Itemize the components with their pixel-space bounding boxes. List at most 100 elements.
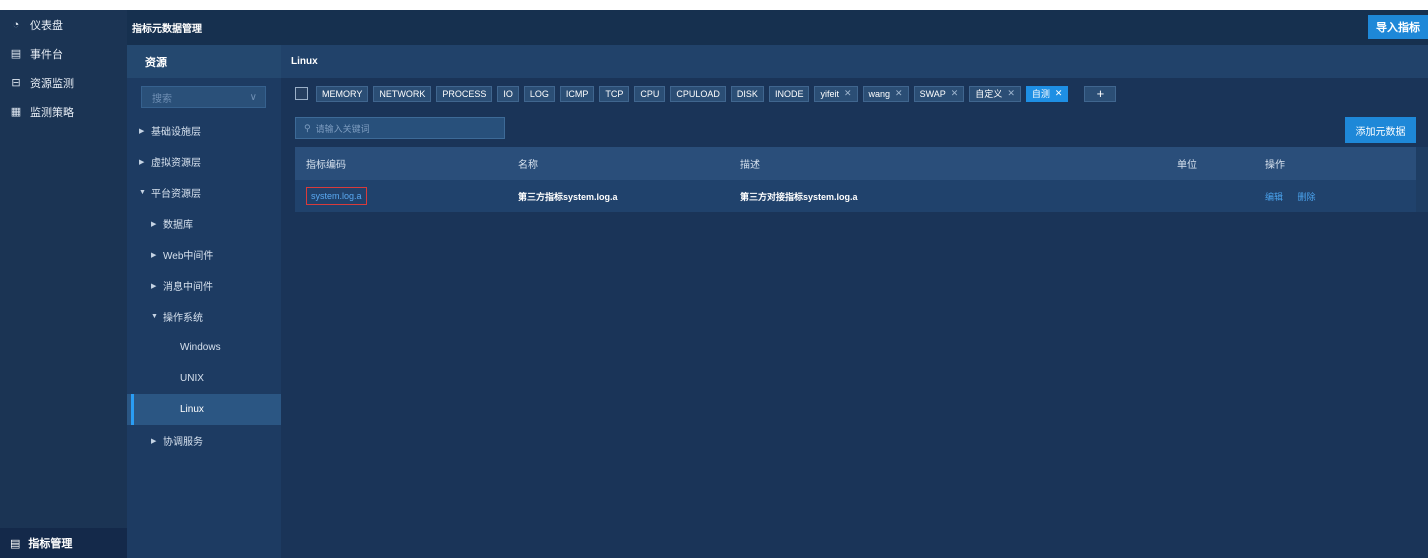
add-tag-button[interactable]: + (1084, 85, 1117, 102)
tree-item-label: 协调服务 (163, 437, 203, 448)
event-icon: ▤ (10, 48, 22, 60)
close-icon[interactable]: ✕ (1055, 88, 1063, 99)
tree-item-label: Linux (180, 404, 204, 415)
delete-link[interactable]: 删除 (1298, 192, 1316, 202)
nav-item-label: 事件台 (30, 48, 63, 61)
add-metadata-button[interactable]: 添加元数据 (1345, 117, 1416, 143)
tag-memory[interactable]: MEMORY (316, 85, 369, 102)
tag-custom[interactable]: 自定义 ✕ (969, 85, 1021, 102)
tree-item-platform[interactable]: ▼ 平台资源层 (127, 177, 281, 208)
nav-item-metrics-management[interactable]: ▤ 指标管理 (0, 528, 127, 558)
expand-arrow-icon: ▶ (151, 251, 157, 259)
top-strip (0, 0, 1428, 10)
col-header-code: 指标编码 (306, 160, 346, 171)
tree-item-os[interactable]: ▼ 操作系统 (127, 301, 281, 332)
tag-wang[interactable]: wang ✕ (862, 85, 909, 102)
tree-item-label: 消息中间件 (163, 282, 213, 293)
expand-arrow-icon: ▶ (151, 220, 157, 228)
search-icon: ⚲ (304, 122, 311, 133)
close-icon[interactable]: ✕ (895, 88, 903, 99)
tag-self-test[interactable]: 自测 ✕ (1025, 85, 1069, 102)
tree-item-coordination[interactable]: ▶ 协调服务 (127, 425, 281, 456)
tag-io[interactable]: IO (497, 85, 519, 102)
table-header: 指标编码 名称 描述 单位 操作 (295, 147, 1416, 180)
col-header-actions: 操作 (1265, 160, 1285, 171)
nav-item-label: 监测策略 (30, 106, 74, 119)
close-icon[interactable]: ✕ (1007, 88, 1015, 99)
tag-disk[interactable]: DISK (730, 85, 764, 102)
select-all-checkbox[interactable] (295, 87, 308, 100)
tag-tcp[interactable]: TCP (599, 85, 630, 102)
tag-cpuload[interactable]: CPULOAD (670, 85, 726, 102)
keyword-placeholder: 请输入关键词 (315, 123, 370, 134)
tag-log[interactable]: LOG (523, 85, 555, 102)
left-nav: ◔ 仪表盘 ▤ 事件台 ⊟ 资源监测 ▦ 监测策略 ▤ 指标管理 (0, 10, 127, 558)
dashboard-icon: ◔ (12, 18, 20, 31)
col-header-desc: 描述 (740, 160, 760, 171)
import-metrics-button[interactable]: 导入指标 (1368, 15, 1428, 39)
edit-link[interactable]: 编辑 (1265, 192, 1283, 202)
tree-item-linux[interactable]: Linux (127, 394, 281, 425)
tree-item-label: 数据库 (163, 220, 193, 231)
tag-label: LOG (529, 88, 549, 99)
tree-item-unix[interactable]: UNIX (127, 363, 281, 394)
cell-code: system.log.a (295, 187, 518, 205)
tag-label: NETWORK (379, 88, 426, 99)
tag-label: wang (868, 88, 891, 99)
nav-item-resource-monitor[interactable]: ⊟ 资源监测 (0, 68, 127, 97)
nav-item-dashboard[interactable]: ◔ 仪表盘 (0, 10, 127, 39)
close-icon[interactable]: ✕ (844, 88, 852, 99)
tree-item-infrastructure[interactable]: ▶ 基础设施层 (127, 115, 281, 146)
tag-label: ICMP (565, 88, 589, 99)
monitor-icon: ⊟ (11, 77, 21, 89)
tag-label: yifeit (820, 88, 839, 99)
table-scrollbar[interactable] (1416, 147, 1428, 212)
table-row: system.log.a 第三方指标system.log.a 第三方对接指标sy… (295, 180, 1416, 212)
tree-item-database[interactable]: ▶ 数据库 (127, 208, 281, 239)
tag-yifeit[interactable]: yifeit ✕ (814, 85, 858, 102)
metrics-icon: ▤ (10, 537, 21, 550)
expand-arrow-icon: ▶ (139, 158, 145, 166)
tree-search-select[interactable]: 搜索 ∨ (141, 86, 266, 108)
resource-tree-panel: 资源 搜索 ∨ ▶ 基础设施层 ▶ 虚拟资源层 ▼ 平台资源层 ▶ 数据库 ▶ Web中间… (127, 45, 281, 558)
tree-item-virtual[interactable]: ▶ 虚拟资源层 (127, 146, 281, 177)
page-title: 指标元数据管理 (132, 24, 202, 35)
tree-item-web-middleware[interactable]: ▶ Web中间件 (127, 239, 281, 270)
col-header-unit: 单位 (1177, 160, 1197, 171)
tree-item-windows[interactable]: Windows (127, 332, 281, 363)
metrics-table: 指标编码 名称 描述 单位 操作 system.log.a 第三方指标syste… (295, 147, 1428, 212)
tree-item-label: Web中间件 (163, 251, 214, 262)
collapse-arrow-icon: ▼ (151, 313, 158, 320)
main-title: Linux (281, 45, 1428, 78)
close-icon[interactable]: ✕ (951, 88, 959, 99)
tree-search-placeholder: 搜索 (152, 93, 172, 105)
tree-item-label: 操作系统 (163, 313, 203, 324)
keyword-search-input[interactable]: ⚲ 请输入关键词 (295, 117, 505, 139)
tag-label: SWAP (919, 88, 946, 99)
tag-cpu[interactable]: CPU (634, 85, 666, 102)
nav-item-monitor-strategy[interactable]: ▦ 监测策略 (0, 97, 127, 126)
expand-arrow-icon: ▶ (139, 127, 145, 135)
tree-item-label: 基础设施层 (151, 127, 201, 138)
metric-code-link[interactable]: system.log.a (306, 187, 367, 205)
tag-process[interactable]: PROCESS (436, 85, 493, 102)
chevron-down-icon: ∨ (249, 91, 257, 103)
col-header-name: 名称 (518, 160, 538, 171)
tag-inode[interactable]: INODE (768, 85, 810, 102)
tag-label: MEMORY (322, 88, 363, 99)
cell-actions: 编辑 删除 (1265, 190, 1416, 203)
tag-network[interactable]: NETWORK (373, 85, 432, 102)
tree-item-message-middleware[interactable]: ▶ 消息中间件 (127, 270, 281, 301)
nav-item-events[interactable]: ▤ 事件台 (0, 39, 127, 68)
tree-item-label: Windows (180, 342, 221, 353)
tag-bar: MEMORY NETWORK PROCESS IO LOG ICMP TCP C… (295, 85, 1117, 102)
collapse-arrow-icon: ▼ (139, 189, 146, 196)
tag-label: CPULOAD (676, 88, 720, 99)
tag-swap[interactable]: SWAP ✕ (913, 85, 965, 102)
main-panel: Linux MEMORY NETWORK PROCESS IO LOG ICMP… (281, 45, 1428, 558)
tag-icmp[interactable]: ICMP (559, 85, 595, 102)
tree-item-label: UNIX (180, 373, 204, 384)
tag-label: TCP (605, 88, 624, 99)
tag-label: INODE (774, 88, 804, 99)
tree-list: ▶ 基础设施层 ▶ 虚拟资源层 ▼ 平台资源层 ▶ 数据库 ▶ Web中间件 ▶ 消息中间件… (127, 115, 281, 456)
